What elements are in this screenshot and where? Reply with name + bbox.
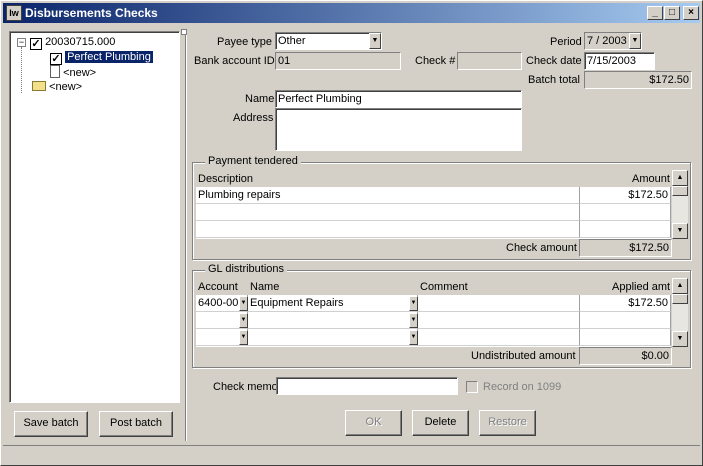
close-button[interactable]: × <box>683 6 699 20</box>
payment-tendered-title: Payment tendered <box>205 155 301 167</box>
check-amount-label: Check amount <box>506 242 577 254</box>
chevron-down-icon[interactable]: ▼ <box>239 330 248 345</box>
post-batch-button[interactable]: Post batch <box>99 411 173 437</box>
payment-col-amount: Amount <box>632 173 670 185</box>
payment-col-description: Description <box>198 173 254 185</box>
payment-row-1-description[interactable]: Plumbing repairs <box>196 187 580 204</box>
checkmark-icon: ✓ <box>50 53 62 65</box>
tree-node-batch-label: 20030715.000 <box>45 36 116 48</box>
name-label: Name <box>245 93 275 105</box>
address-field[interactable] <box>275 108 522 151</box>
chevron-down-icon[interactable]: ▼ <box>239 313 248 328</box>
gl-row-2-name[interactable] <box>248 312 418 329</box>
scroll-thumb[interactable] <box>672 186 688 196</box>
scroll-down-icon[interactable]: ▼ <box>672 223 688 239</box>
scroll-down-icon[interactable]: ▼ <box>672 331 688 347</box>
period-label: Period <box>550 36 582 48</box>
record-1099-label: Record on 1099 <box>483 381 562 393</box>
payment-scrollbar[interactable]: ▲ ▼ <box>672 170 688 239</box>
check-amount-field: $172.50 <box>579 239 672 257</box>
tree-node-check[interactable]: ✓ Perfect Plumbing <box>50 50 153 65</box>
gl-row-2-applied[interactable] <box>580 312 671 329</box>
name-field[interactable]: Perfect Plumbing <box>275 90 522 108</box>
undistributed-label: Undistributed amount <box>471 350 576 362</box>
period-select[interactable]: 7 / 2003 ▼ <box>584 32 642 50</box>
ok-button[interactable]: OK <box>345 410 402 436</box>
period-value: 7 / 2003 <box>587 35 627 47</box>
gl-row-1-name[interactable]: Equipment Repairs <box>248 295 418 312</box>
gl-col-name: Name <box>250 281 280 293</box>
gl-grid: 6400-00 Equipment Repairs $172.50 ▼ ▼ ▼ … <box>196 295 671 347</box>
gl-scrollbar[interactable]: ▲ ▼ <box>672 278 688 347</box>
tree-node-new-batch-label: <new> <box>49 81 83 93</box>
batch-total-field: $172.50 <box>584 71 692 89</box>
window-title: Disbursements Checks <box>25 6 158 20</box>
check-date-field[interactable]: 7/15/2003 <box>584 52 655 70</box>
restore-button[interactable]: Restore <box>479 410 536 436</box>
payment-row-2-amount[interactable] <box>580 204 671 221</box>
check-memo-label: Check memo <box>213 381 278 393</box>
scroll-thumb[interactable] <box>672 294 688 304</box>
gl-row-3-applied[interactable] <box>580 329 671 346</box>
scroll-up-icon[interactable]: ▲ <box>672 170 688 186</box>
save-batch-button[interactable]: Save batch <box>14 411 88 437</box>
gl-row-2-comment[interactable] <box>418 312 580 329</box>
delete-button[interactable]: Delete <box>412 410 469 436</box>
checkmark-icon: ✓ <box>30 38 42 50</box>
bank-account-label: Bank account ID <box>194 55 275 67</box>
folder-icon <box>32 81 46 91</box>
gl-distributions-title: GL distributions <box>205 263 288 275</box>
payment-row-3-description[interactable] <box>196 221 580 238</box>
chevron-down-icon[interactable]: ▼ <box>409 296 418 311</box>
chevron-down-icon[interactable]: ▼ <box>409 313 418 328</box>
scroll-up-icon[interactable]: ▲ <box>672 278 688 294</box>
check-date-label: Check date <box>526 55 582 67</box>
document-icon <box>50 65 60 78</box>
status-bar <box>3 445 700 463</box>
gl-col-comment: Comment <box>420 281 468 293</box>
bank-account-field: 01 <box>275 52 401 70</box>
batch-tree[interactable]: − ✓ 20030715.000 ✓ Perfect Plumbing <new… <box>9 31 180 403</box>
payee-type-label: Payee type <box>217 36 273 48</box>
gl-col-applied: Applied amt <box>612 281 671 293</box>
check-number-label: Check # <box>415 55 456 67</box>
maximize-button[interactable]: □ <box>664 6 680 20</box>
payment-row-3-amount[interactable] <box>580 221 671 238</box>
chevron-down-icon[interactable]: ▼ <box>369 33 381 49</box>
payment-row-2-description[interactable] <box>196 204 580 221</box>
payment-row-1-amount[interactable]: $172.50 <box>580 187 671 204</box>
minimize-button[interactable]: _ <box>647 6 663 20</box>
chevron-down-icon[interactable]: ▼ <box>239 296 248 311</box>
payment-grid: Plumbing repairs $172.50 <box>196 187 671 239</box>
chevron-down-icon[interactable]: ▼ <box>629 33 641 49</box>
payee-type-value: Other <box>278 35 306 47</box>
tree-node-batch[interactable]: ✓ 20030715.000 <box>30 35 115 50</box>
splitter[interactable] <box>185 29 187 441</box>
batch-total-label: Batch total <box>528 74 580 86</box>
tree-node-check-label: Perfect Plumbing <box>65 51 153 63</box>
payee-type-select[interactable]: Other ▼ <box>275 32 382 50</box>
collapse-icon[interactable]: − <box>17 38 26 47</box>
gl-row-3-name[interactable] <box>248 329 418 346</box>
address-label: Address <box>233 112 274 124</box>
app-icon: Iw <box>6 5 22 21</box>
gl-col-account: Account <box>198 281 238 293</box>
gl-row-1-applied[interactable]: $172.50 <box>580 295 671 312</box>
check-number-field <box>457 52 522 70</box>
tree-node-new-batch[interactable]: <new> <box>32 80 82 95</box>
record-1099-checkbox[interactable] <box>466 381 478 393</box>
gl-row-1-comment[interactable] <box>418 295 580 312</box>
chevron-down-icon[interactable]: ▼ <box>409 330 418 345</box>
title-bar[interactable]: Iw Disbursements Checks _ □ × <box>3 3 700 23</box>
tree-line <box>21 47 22 93</box>
gl-row-3-comment[interactable] <box>418 329 580 346</box>
check-memo-field[interactable] <box>276 377 458 395</box>
tree-node-new-check[interactable]: <new> <box>50 65 96 80</box>
undistributed-field: $0.00 <box>579 347 672 365</box>
splitter-handle[interactable] <box>181 29 187 35</box>
tree-node-new-check-label: <new> <box>63 67 97 79</box>
disbursements-window: Iw Disbursements Checks _ □ × − ✓ 200307… <box>0 0 703 466</box>
